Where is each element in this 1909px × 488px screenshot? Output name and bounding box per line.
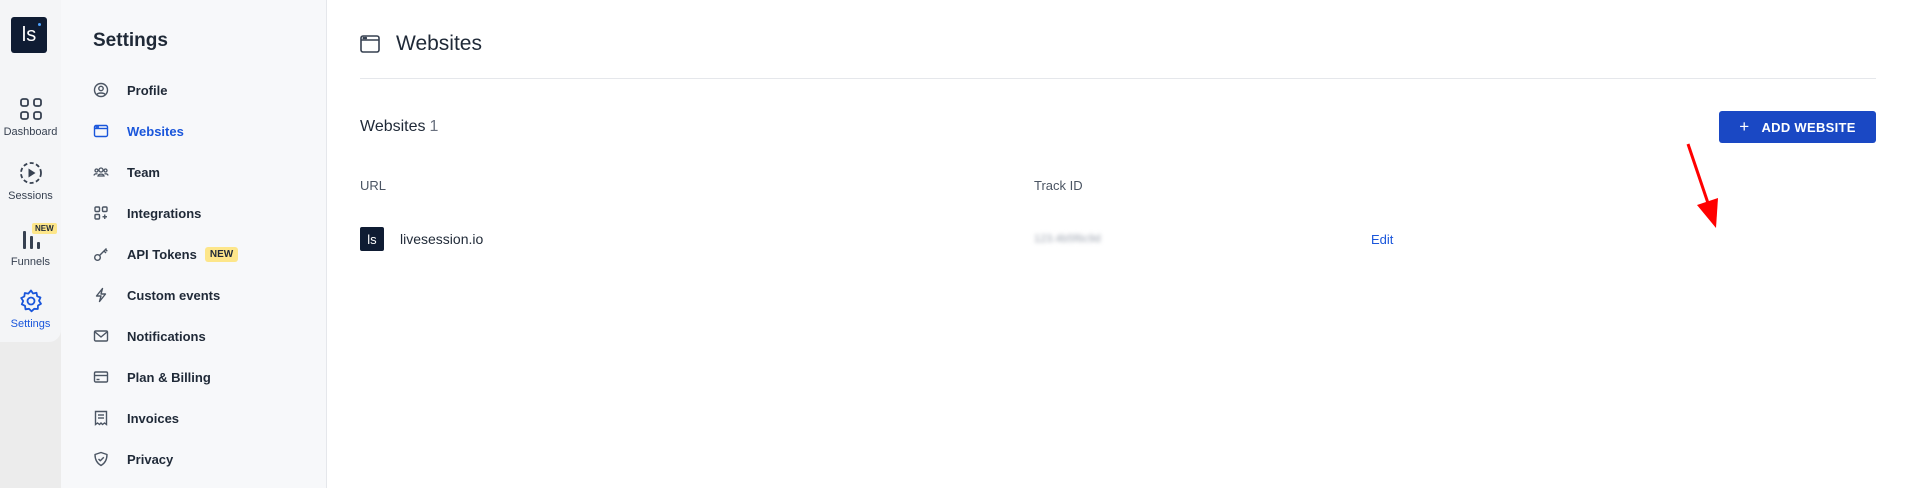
sidebar-item-notifications[interactable]: Notifications bbox=[93, 322, 313, 350]
sidebar-item-label: Privacy bbox=[127, 451, 174, 467]
column-header-track-id: Track ID bbox=[1034, 178, 1083, 193]
section-title: Websites 1 bbox=[360, 118, 438, 136]
new-badge: NEW bbox=[204, 246, 239, 262]
page-title: Websites bbox=[396, 32, 482, 55]
sidebar-item-custom-events[interactable]: Custom events bbox=[93, 281, 313, 309]
envelope-icon bbox=[93, 330, 109, 342]
shield-check-icon bbox=[94, 451, 108, 467]
main-content: Websites Websites 1 + ADD WEBSITE URL Tra… bbox=[327, 0, 1909, 488]
sidebar-item-label: Plan & Billing bbox=[127, 369, 211, 385]
website-logo-text: ls bbox=[367, 231, 377, 247]
website-logo: ls bbox=[360, 227, 384, 251]
rail-label-funnels: Funnels bbox=[10, 256, 51, 268]
browser-window-icon bbox=[93, 124, 109, 138]
invoice-icon bbox=[94, 410, 108, 426]
add-website-label: ADD WEBSITE bbox=[1761, 119, 1856, 135]
rail-label-dashboard: Dashboard bbox=[3, 126, 58, 138]
lightning-icon bbox=[95, 287, 107, 303]
page-header: Websites bbox=[360, 32, 482, 56]
section-count: 1 bbox=[429, 118, 439, 135]
credit-card-icon bbox=[93, 371, 109, 383]
team-icon bbox=[93, 167, 109, 177]
red-arrow-annotation bbox=[1686, 143, 1718, 228]
rail-new-badge: NEW bbox=[32, 223, 57, 234]
sidebar-item-plan-billing[interactable]: Plan & Billing bbox=[93, 363, 313, 391]
track-id-value: 123.4b5f6c9d bbox=[1034, 233, 1101, 245]
icon-rail: ls Dashboard Sessions NEW Funnels Settin… bbox=[0, 0, 61, 488]
rail-item-sessions[interactable]: Sessions bbox=[0, 160, 61, 220]
add-website-button[interactable]: + ADD WEBSITE bbox=[1719, 111, 1876, 143]
app-logo[interactable]: ls bbox=[11, 17, 47, 53]
sidebar-item-label: Integrations bbox=[127, 205, 202, 221]
sidebar-item-label: API Tokens bbox=[127, 246, 197, 262]
rail-label-settings: Settings bbox=[10, 318, 51, 330]
key-icon bbox=[94, 248, 108, 261]
grid-icon bbox=[19, 98, 42, 120]
settings-sidebar: Settings Profile Websites Team Integrati… bbox=[61, 0, 327, 488]
section-title-text: Websites bbox=[360, 118, 426, 135]
logo-dot bbox=[38, 23, 41, 26]
sidebar-item-team[interactable]: Team bbox=[93, 158, 313, 186]
plus-icon: + bbox=[1739, 117, 1750, 136]
sidebar-item-websites[interactable]: Websites bbox=[93, 117, 313, 145]
sidebar-item-label: Invoices bbox=[127, 410, 180, 426]
rail-item-settings[interactable]: Settings bbox=[0, 288, 61, 348]
user-circle-icon bbox=[93, 82, 109, 98]
header-divider bbox=[360, 78, 1876, 79]
sidebar-item-label: Profile bbox=[127, 82, 168, 98]
rail-item-dashboard[interactable]: Dashboard bbox=[0, 96, 61, 156]
sidebar-item-privacy[interactable]: Privacy bbox=[93, 445, 313, 473]
sidebar-item-integrations[interactable]: Integrations bbox=[93, 199, 313, 227]
sidebar-item-label: Custom events bbox=[127, 287, 221, 303]
sidebar-item-invoices[interactable]: Invoices bbox=[93, 404, 313, 432]
app-logo-text: ls bbox=[21, 23, 37, 46]
sidebar-title: Settings bbox=[93, 30, 168, 51]
edit-link[interactable]: Edit bbox=[1371, 232, 1393, 247]
sidebar-item-label: Websites bbox=[127, 123, 184, 139]
sidebar-item-label: Team bbox=[127, 164, 160, 180]
sidebar-item-label: Notifications bbox=[127, 328, 206, 344]
rail-label-sessions: Sessions bbox=[8, 190, 53, 202]
website-url: livesession.io bbox=[400, 231, 484, 247]
play-circle-icon bbox=[19, 162, 42, 184]
sidebar-item-api-tokens[interactable]: API Tokens NEW bbox=[93, 240, 313, 268]
column-header-url: URL bbox=[360, 178, 387, 193]
integrations-icon bbox=[94, 206, 108, 220]
browser-window-icon bbox=[360, 35, 380, 53]
rail-item-funnels[interactable]: NEW Funnels bbox=[0, 223, 61, 286]
sidebar-item-profile[interactable]: Profile bbox=[93, 76, 313, 104]
gear-icon bbox=[19, 289, 42, 313]
